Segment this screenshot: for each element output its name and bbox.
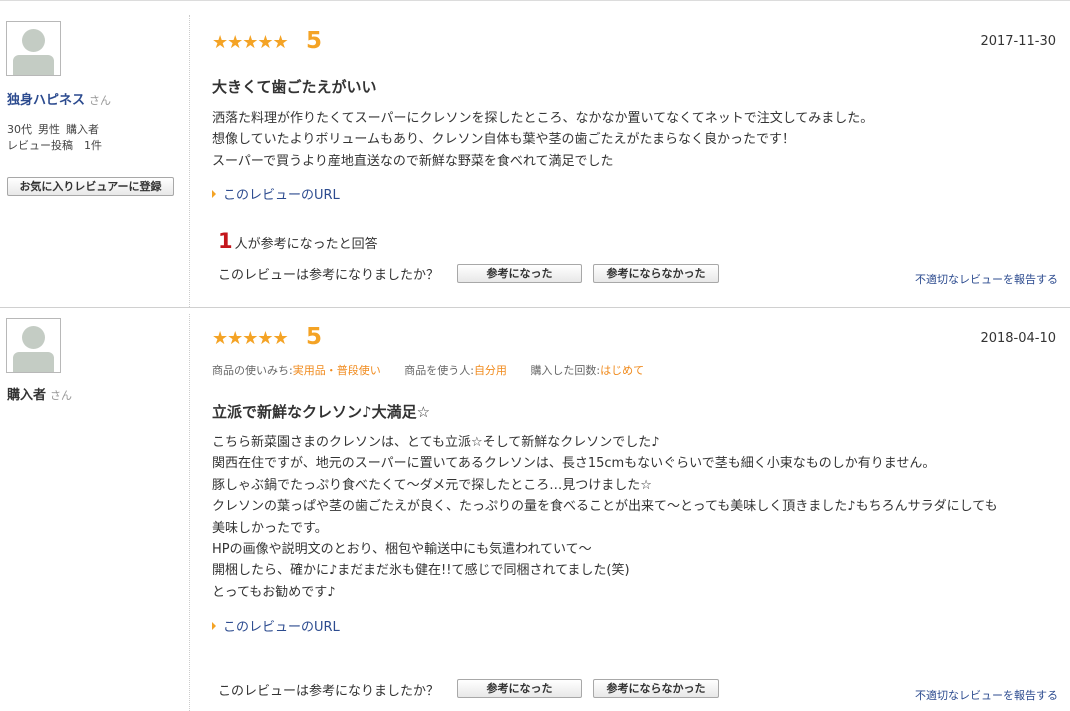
review-title: 大きくて歯ごたえがいい (212, 78, 377, 96)
usage-user-label: 商品を使う人: (404, 364, 474, 377)
helpful-button[interactable]: 参考になった (457, 264, 582, 283)
favorite-reviewer-button[interactable]: お気に入りレビュアーに登録 (7, 177, 174, 196)
reviewer-post-count: レビュー投稿 1件 (7, 139, 102, 152)
rating-score: 5 (306, 324, 323, 350)
arrow-right-icon (212, 190, 216, 198)
review-date: 2017-11-30 (980, 34, 1056, 49)
reviewer-age: 30代 (7, 123, 32, 136)
review-body: 洒落た料理が作りたくてスーパーにクレソンを探したところ、なかなか置いてなくてネッ… (212, 108, 1060, 172)
report-review-link[interactable]: 不適切なレビューを報告する (915, 687, 1058, 703)
star-rating-icon: ★★★★★ (212, 328, 289, 349)
star-rating-icon: ★★★★★ (212, 32, 289, 53)
review-item: 独身ハピネス さん 30代 男性 購入者 レビュー投稿 1件 お気に入りレビュアーに登… (0, 1, 1070, 307)
review-body-line: とってもお勧めです♪ (212, 584, 336, 600)
review-body-line: 関西在住ですが、地元のスーパーに置いてあるクレソンは、長さ15cmもないぐらいで… (212, 456, 936, 472)
helpful-button[interactable]: 参考になった (457, 679, 582, 698)
helpful-count: 1 人が参考になったと回答 (218, 229, 378, 253)
reviewer-gender: 男性 (38, 123, 60, 136)
review-date: 2018-04-10 (980, 331, 1056, 346)
review-body-line: 美味しかったです。 (212, 520, 328, 536)
usage-count-value: はじめて (600, 364, 645, 377)
review-body-line: 想像していたよりボリュームもあり、クレソン自体も葉や茎の歯ごたえがたまらなく良か… (212, 132, 796, 148)
review-url-link[interactable]: このレビューのURL (212, 616, 340, 635)
arrow-right-icon (212, 622, 216, 630)
column-divider (189, 314, 190, 711)
usage-purpose-value: 実用品・普段使い (292, 364, 381, 377)
reviewer-name[interactable]: 独身ハピネス さん (7, 89, 111, 108)
honorific: さん (89, 94, 112, 107)
review-item: 購入者 さん ★★★★★ 5 2018-04-10 商品の使いみち:実用品・普段使… (0, 308, 1070, 711)
report-review-link[interactable]: 不適切なレビューを報告する (915, 271, 1058, 287)
column-divider (189, 15, 190, 307)
helpful-question: このレビューは参考になりましたか？ (218, 684, 440, 699)
not-helpful-button[interactable]: 参考にならなかった (593, 264, 719, 283)
honorific: さん (50, 389, 73, 402)
reviewer-meta: 30代 男性 購入者 レビュー投稿 1件 (7, 122, 105, 154)
review-url-link[interactable]: このレビューのURL (212, 184, 340, 203)
review-body-line: 開梱したら、確かに♪まだまだ氷も健在!!て感じで同梱されてました(笑) (212, 563, 630, 579)
reviewer-name: 購入者 さん (7, 388, 73, 403)
review-body-line: スーパーで買うより産地直送なので新鮮な野菜を食べれて満足でした (212, 153, 614, 169)
review-body: こちら新菜園さまのクレソンは、とても立派☆そして新鮮なクレソンでした♪ 関西在住… (212, 432, 1060, 603)
helpful-count-number: 1 (218, 229, 233, 253)
rating-score: 5 (306, 28, 323, 54)
review-body-line: HPの画像や説明文のとおり、梱包や輸送中にも気遣われていて〜 (212, 542, 592, 558)
review-body-line: 洒落た料理が作りたくてスーパーにクレソンを探したところ、なかなか置いてなくてネッ… (212, 111, 874, 126)
helpful-question: このレビューは参考になりましたか？ (218, 268, 440, 283)
usage-user-value: 自分用 (473, 364, 507, 377)
review-body-line: 豚しゃぶ鍋でたっぷり食べたくて〜ダメ元で探したところ…見つけました☆ (212, 477, 652, 493)
review-body-line: こちら新菜園さまのクレソンは、とても立派☆そして新鮮なクレソンでした♪ (212, 435, 660, 450)
review-body-line: クレソンの葉っぱや茎の歯ごたえが良く、たっぷりの量を食べることが出来て〜とっても… (212, 499, 998, 515)
usage-info: 商品の使いみち:実用品・普段使い 商品を使う人:自分用 購入した回数:はじめて (212, 362, 664, 378)
usage-purpose-label: 商品の使いみち: (212, 364, 293, 377)
user-avatar-icon[interactable] (6, 21, 61, 76)
reviewer-type: 購入者 (66, 123, 99, 136)
usage-count-label: 購入した回数: (530, 364, 601, 377)
review-title: 立派で新鮮なクレソン♪大満足☆ (212, 403, 431, 421)
user-avatar-icon[interactable] (6, 318, 61, 373)
not-helpful-button[interactable]: 参考にならなかった (593, 679, 719, 698)
